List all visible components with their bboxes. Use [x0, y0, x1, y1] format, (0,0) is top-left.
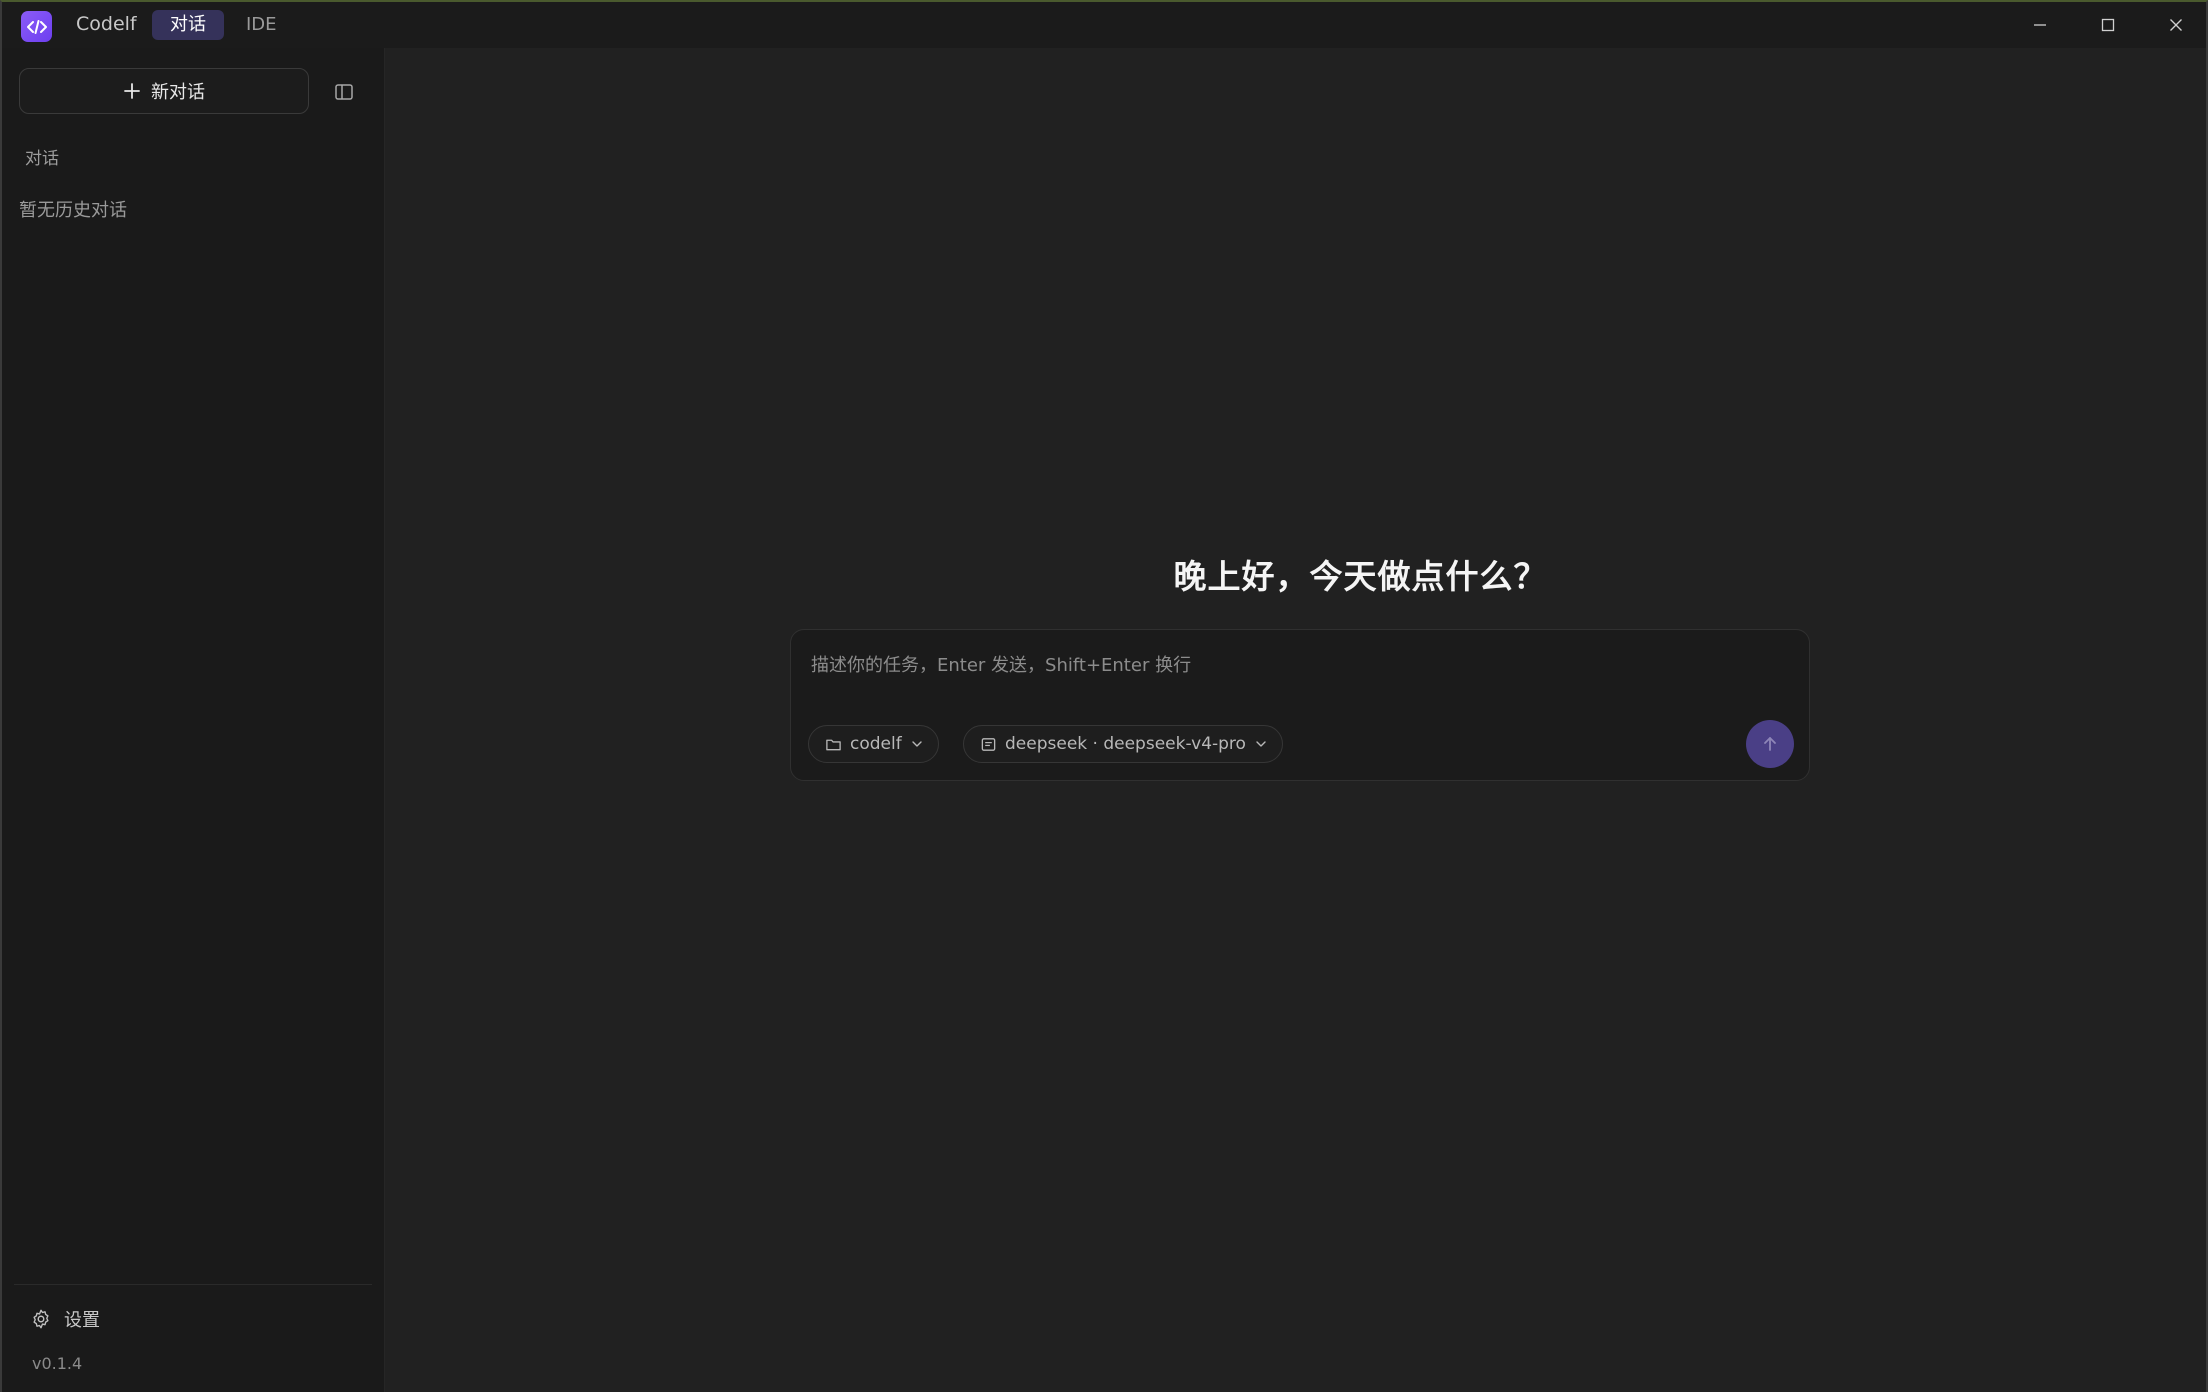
new-chat-button[interactable]: 新对话: [19, 68, 309, 114]
composer: codelf deepseek · deepseek-v4-pro: [790, 629, 1810, 781]
title-bar: Codelf 对话 IDE: [2, 2, 2206, 48]
maximize-icon: [2101, 18, 2115, 32]
task-input[interactable]: [809, 644, 1773, 686]
arrow-up-icon: [1764, 737, 1776, 751]
minimize-icon: [2034, 24, 2046, 26]
settings-label: 设置: [64, 1310, 100, 1331]
code-brackets-icon: [21, 11, 52, 42]
app-name: Codelf: [76, 13, 137, 35]
empty-history-text: 暂无历史对话: [19, 200, 127, 221]
greeting-heading: 晚上好，今天做点什么？: [1173, 557, 1548, 596]
gear-icon: [33, 1309, 49, 1329]
tab-ide[interactable]: IDE: [228, 10, 295, 40]
sidebar-divider: [14, 1284, 372, 1285]
settings-button[interactable]: 设置: [30, 1306, 100, 1332]
new-chat-label: 新对话: [151, 82, 205, 103]
conversations-section-label: 对话: [25, 149, 59, 169]
mode-tabs: 对话 IDE: [152, 9, 295, 41]
folder-icon: [826, 739, 841, 750]
plus-icon: [124, 83, 140, 99]
model-selector-label: deepseek · deepseek-v4-pro: [1005, 734, 1246, 754]
project-selector[interactable]: codelf: [808, 725, 939, 763]
send-button[interactable]: [1746, 720, 1794, 768]
model-icon: [981, 737, 996, 751]
minimize-button[interactable]: [2006, 2, 2074, 48]
maximize-button[interactable]: [2074, 2, 2142, 48]
chevron-down-icon: [1256, 741, 1266, 747]
sidebar-panel-icon: [335, 84, 353, 100]
main-area: 晚上好，今天做点什么？ codelf deepseek · deepseek-: [385, 48, 2206, 1392]
version-label: v0.1.4: [32, 1354, 83, 1373]
sidebar: 新对话 对话 暂无历史对话 设置 v0.1.4: [2, 48, 385, 1392]
app-window: Codelf 对话 IDE 新对话 对话 暂无历史对话 设置 v0.1.4 晚上…: [0, 0, 2208, 1392]
chevron-down-icon: [912, 741, 922, 747]
tab-chat[interactable]: 对话: [152, 10, 224, 40]
close-icon: [2170, 19, 2182, 31]
sidebar-toggle-button[interactable]: [328, 76, 360, 108]
close-button[interactable]: [2142, 2, 2208, 48]
project-selector-label: codelf: [850, 734, 902, 754]
model-selector[interactable]: deepseek · deepseek-v4-pro: [963, 725, 1283, 763]
